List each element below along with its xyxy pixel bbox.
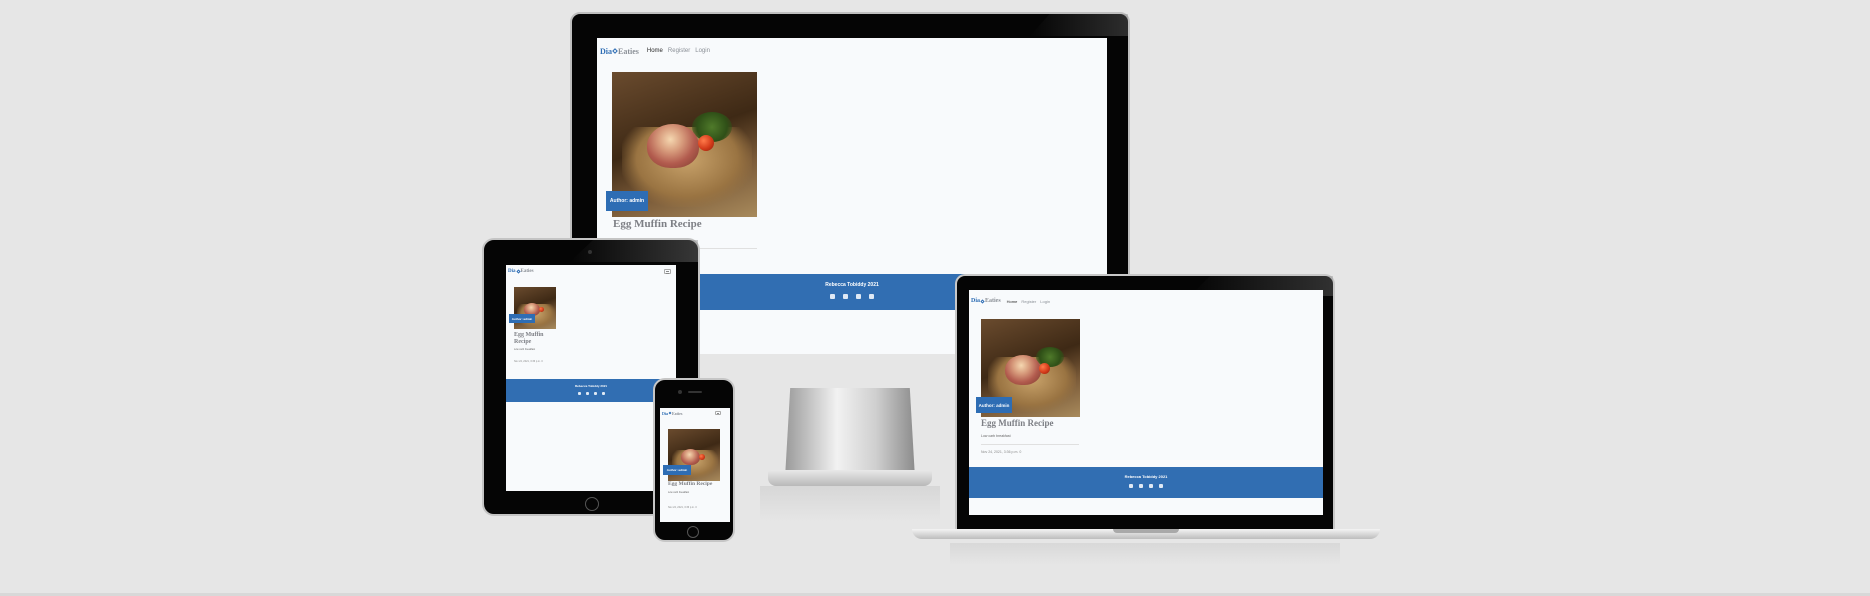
twitter-icon[interactable] [843,294,848,299]
monitor-reflection [760,486,940,522]
social-icons [506,392,676,395]
recipe-meta: Nov 24, 2021, 3:36 p.m. 0 [668,506,697,509]
footer: Rebecca Tobiddy 2021 [969,467,1323,498]
laptop-screen: Dia Eaties Home Register Login Author: a… [969,290,1323,515]
instagram-icon[interactable] [856,294,861,299]
footer-copyright: Rebecca Tobiddy 2021 [1124,474,1168,479]
recipe-subtitle: Low carb breakfast [514,348,536,351]
home-button-icon [687,526,699,538]
hamburger-menu-icon[interactable] [664,269,671,274]
twitter-icon[interactable] [585,392,589,395]
hamburger-menu-icon[interactable] [715,411,721,415]
instagram-icon[interactable] [1149,484,1153,488]
phone-screen: Dia Eaties Author: admin Egg Muffin Reci… [660,408,730,522]
heart-icon [668,411,672,415]
navbar: Dia Eaties Home Register Login [969,290,1323,312]
facebook-icon[interactable] [830,294,835,299]
laptop-reflection [950,543,1340,565]
youtube-icon[interactable] [601,392,605,395]
divider [981,444,1079,445]
facebook-icon[interactable] [577,392,581,395]
nav-register[interactable]: Register [668,48,690,54]
recipe-meta: Nov 24, 2021, 3:36 p.m. 0 [514,360,543,363]
author-button[interactable]: Author: admin [976,397,1012,413]
facebook-icon[interactable] [1129,484,1133,488]
monitor-base [768,470,932,486]
camera-icon [588,250,592,254]
nav-home[interactable]: Home [647,48,663,54]
youtube-icon[interactable] [869,294,874,299]
navbar: Dia Eaties [506,265,676,277]
author-button[interactable]: Author: admin [509,314,535,323]
author-button[interactable]: Author: admin [663,465,691,475]
recipe-title[interactable]: Egg Muffin Recipe [514,332,544,346]
twitter-icon[interactable] [1139,484,1143,488]
brand-logo[interactable]: Dia Eaties [600,47,639,56]
monitor-stand [785,388,915,478]
nav-login[interactable]: Login [1040,299,1050,304]
recipe-title[interactable]: Egg Muffin Recipe [613,218,702,230]
heart-icon [980,298,985,304]
brand-logo[interactable]: Dia Eaties [662,411,682,416]
speaker-icon [688,391,702,393]
camera-icon [678,390,682,394]
footer-copyright: Rebecca Tobiddy 2021 [574,384,608,388]
social-icons [969,484,1323,488]
brand-logo[interactable]: Dia Eaties [508,269,534,274]
tablet-screen: Dia Eaties Author: admin Egg Muffin Reci… [506,265,676,491]
youtube-icon[interactable] [1159,484,1163,488]
recipe-title[interactable]: Egg Muffin Recipe [981,418,1054,428]
navbar: Dia Eaties Home Register Login [597,38,1107,64]
recipe-meta: Nov 24, 2021, 3:36 p.m. 0 [981,450,1022,454]
recipe-title[interactable]: Egg Muffin Recipe [668,481,712,487]
heart-icon [612,48,618,54]
heart-icon [515,268,521,274]
recipe-subtitle: Low carb breakfast [981,434,1011,438]
recipe-subtitle: Low carb breakfast [668,491,690,494]
instagram-icon[interactable] [593,392,597,395]
nav-login[interactable]: Login [695,48,710,54]
nav-home[interactable]: Home [1007,299,1018,304]
author-button[interactable]: Author: admin [606,191,648,211]
nav-register[interactable]: Register [1021,299,1036,304]
brand-logo[interactable]: Dia Eaties [971,298,1001,304]
laptop-notch [1113,529,1179,533]
footer: Rebecca Tobiddy 2021 [506,379,676,402]
home-button-icon [585,497,599,511]
